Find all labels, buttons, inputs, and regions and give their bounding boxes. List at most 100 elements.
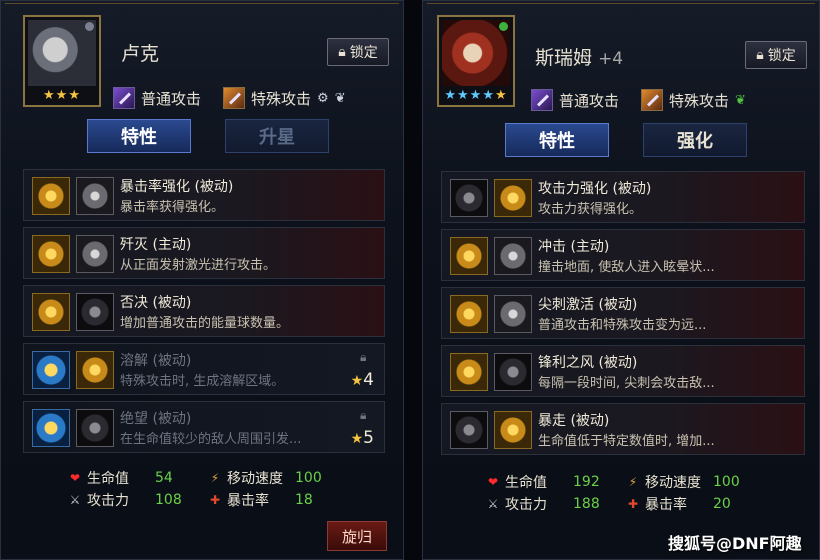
- special-attack[interactable]: 特殊攻击 ❦: [641, 89, 746, 111]
- stats-panel: ❤ 生命值 192 ⚡ 移动速度 100 ⚔ 攻击力 188 ✚ 暴击率 20: [485, 471, 765, 515]
- divider: [427, 3, 815, 4]
- stat-label: 攻击力: [505, 497, 547, 513]
- stat-value: 20: [713, 496, 731, 512]
- skill-name: 冲击 (主动): [538, 239, 610, 255]
- swirl-icon: [450, 295, 488, 333]
- skill-desc: 增加普通攻击的能量球数量。: [120, 316, 290, 331]
- stat-label: 移动速度: [645, 475, 701, 491]
- stat-label: 攻击力: [87, 493, 129, 509]
- divider: [5, 3, 399, 4]
- stat-crit: ✚ 暴击率 20: [625, 494, 765, 514]
- crescent-icon: [76, 293, 114, 331]
- skill-desc: 在生命值较少的敌人周围引发...: [120, 432, 302, 447]
- stat-attack: ⚔ 攻击力 108: [67, 490, 207, 510]
- skill-row[interactable]: 否决 (被动) 增加普通攻击的能量球数量。: [23, 285, 385, 337]
- stat-label: 生命值: [505, 475, 547, 491]
- claw-icon: [531, 89, 553, 111]
- normal-attack-label: 普通攻击: [559, 91, 620, 110]
- skill-desc: 生命值低于特定数值时, 增加...: [538, 434, 715, 449]
- stat-label: 暴击率: [645, 497, 687, 513]
- star-requirement: ★5: [351, 428, 374, 448]
- crosshair-icon: ✚: [209, 493, 221, 507]
- character-name: 斯瑞姆 +4: [535, 43, 623, 70]
- lock-icon: 🔒︎: [360, 408, 367, 422]
- tab-traits[interactable]: 特性: [505, 123, 609, 157]
- claw-icon: [113, 87, 135, 109]
- tab-traits[interactable]: 特性: [87, 119, 191, 153]
- skill-desc: 从正面发射激光进行攻击。: [120, 258, 277, 273]
- blue-stars: ★★★★: [444, 88, 495, 103]
- skill-row[interactable]: 尖刺激活 (被动) 普通攻击和特殊攻击变为远...: [441, 287, 805, 339]
- character-name: 卢克: [121, 43, 160, 65]
- right-character-panel: ★★★★★ 斯瑞姆 +4 🔒︎ 锁定 普通攻击 特殊攻击 ❦ 特性 强化 攻击力…: [422, 0, 820, 560]
- wind-icon: [450, 353, 488, 391]
- stat-hp: ❤ 生命值 54: [67, 468, 207, 488]
- gold-star: ★: [494, 88, 508, 103]
- lock-button[interactable]: 🔒︎ 锁定: [745, 41, 807, 69]
- tab-star-up[interactable]: 升星: [225, 119, 329, 153]
- skill-name: 歼灭 (主动): [120, 237, 192, 253]
- boot-icon: ⚡: [628, 475, 638, 489]
- normal-attack[interactable]: 普通攻击: [113, 87, 201, 109]
- skill-desc: 每隔一段时间, 尖刺会攻击敌...: [538, 376, 715, 391]
- attack-types: 普通攻击 特殊攻击 ⚙ ❦: [113, 87, 346, 109]
- boot-icon: ⚡: [210, 471, 220, 485]
- skill-row[interactable]: 锋利之风 (被动) 每隔一段时间, 尖刺会攻击敌...: [441, 345, 805, 397]
- skill-desc: 撞击地面, 使敌人进入眩晕状...: [538, 260, 715, 275]
- sword-icon: ⚔: [69, 493, 81, 507]
- star-rating: ★★★: [43, 88, 81, 103]
- stat-value: 100: [295, 470, 322, 486]
- skill-row[interactable]: 暴击率强化 (被动) 暴击率获得强化。: [23, 169, 385, 221]
- spike-icon: [494, 295, 532, 333]
- shield-icon: [450, 411, 488, 449]
- skill-row-locked[interactable]: 溶解 (被动) 特殊攻击时, 生成溶解区域。 🔒︎ ★4: [23, 343, 385, 395]
- slash-icon: [641, 89, 664, 111]
- lock-button[interactable]: 🔒︎ 锁定: [327, 38, 389, 66]
- element-icon: ❦: [334, 90, 346, 106]
- skill-desc: 攻击力获得强化。: [538, 202, 643, 217]
- portrait-badges: [499, 22, 508, 31]
- skill-row[interactable]: 歼灭 (主动) 从正面发射激光进行攻击。: [23, 227, 385, 279]
- tab-bar: 特性 强化: [505, 123, 747, 157]
- character-portrait[interactable]: ★★★★★: [437, 15, 515, 107]
- skill-row-locked[interactable]: 绝望 (被动) 在生命值较少的敌人周围引发... 🔒︎ ★5: [23, 401, 385, 453]
- skill-name: 攻击力强化 (被动): [538, 181, 652, 197]
- tab-bar: 特性 升星: [87, 119, 329, 153]
- attack-types: 普通攻击 特殊攻击 ❦: [531, 89, 746, 111]
- watermark: 搜狐号@DNF阿趣: [668, 534, 802, 553]
- impact-icon: [450, 237, 488, 275]
- lock-icon: 🔒︎: [756, 47, 764, 63]
- gear-icon: [85, 22, 94, 31]
- portrait-image: [442, 20, 510, 86]
- skill-name: 溶解 (被动): [120, 353, 192, 369]
- droplet-icon: [76, 351, 114, 389]
- beast-icon: [494, 237, 532, 275]
- normal-attack[interactable]: 普通攻击: [531, 89, 619, 111]
- stat-speed: ⚡ 移动速度 100: [625, 472, 765, 492]
- special-attack-label: 特殊攻击: [251, 89, 312, 108]
- slash-icon: [223, 87, 246, 109]
- skill-row[interactable]: 攻击力强化 (被动) 攻击力获得强化。: [441, 171, 805, 223]
- leaf-icon: ❦: [735, 92, 746, 108]
- enhance-level: +4: [598, 49, 624, 69]
- character-name-text: 斯瑞姆: [535, 47, 593, 69]
- skill-name: 暴走 (被动): [538, 413, 610, 429]
- character-portrait[interactable]: ★★★: [23, 15, 101, 107]
- special-attack[interactable]: 特殊攻击 ⚙ ❦: [223, 87, 346, 109]
- stat-value: 108: [155, 492, 182, 508]
- lock-label: 锁定: [767, 48, 796, 64]
- heart-icon: ❤: [487, 475, 499, 489]
- stat-label: 生命值: [87, 471, 129, 487]
- stat-speed: ⚡ 移动速度 100: [207, 468, 347, 488]
- crosshair-icon: ✚: [627, 497, 639, 511]
- tab-enhance[interactable]: 强化: [643, 123, 747, 157]
- skill-row[interactable]: 冲击 (主动) 撞击地面, 使敌人进入眩晕状...: [441, 229, 805, 281]
- skill-desc: 普通攻击和特殊攻击变为远...: [538, 318, 707, 333]
- return-button[interactable]: 旋归: [327, 521, 387, 551]
- skill-desc: 暴击率获得强化。: [120, 200, 225, 215]
- skill-list: 攻击力强化 (被动) 攻击力获得强化。 冲击 (主动) 撞击地面, 使敌人进入眩…: [441, 171, 805, 461]
- skill-name: 绝望 (被动): [120, 411, 192, 427]
- skill-row[interactable]: 暴走 (被动) 生命值低于特定数值时, 增加...: [441, 403, 805, 455]
- stat-crit: ✚ 暴击率 18: [207, 490, 347, 510]
- lock-label: 锁定: [349, 45, 378, 61]
